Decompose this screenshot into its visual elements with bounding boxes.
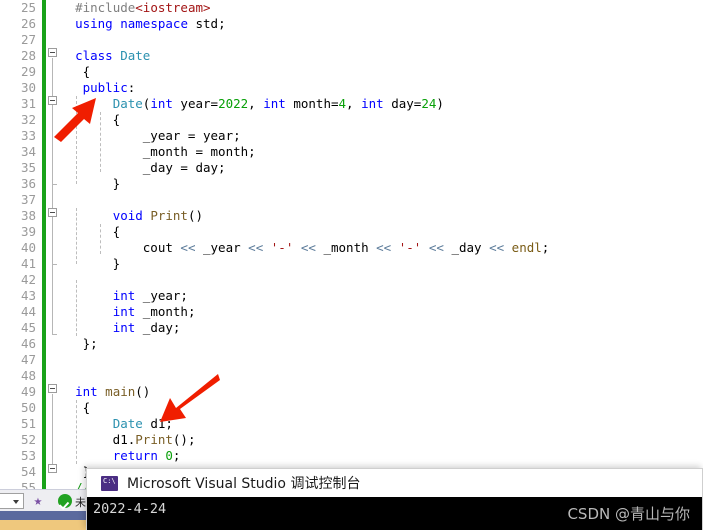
code-line[interactable]: 28 class Date (0, 48, 703, 64)
code-line[interactable]: 32 { (0, 112, 703, 128)
code-text: _year = year; (60, 128, 241, 143)
line-number: 40 (20, 240, 36, 255)
console-window[interactable]: Microsoft Visual Studio 调试控制台 2022-4-24 … (86, 468, 703, 530)
line-number: 31 (20, 96, 36, 111)
code-line[interactable]: 50 { (0, 400, 703, 416)
code-text: Date d1; (112, 416, 173, 431)
line-number: 44 (20, 304, 36, 319)
line-number: 43 (20, 288, 36, 303)
code-text: void Print() (112, 208, 204, 223)
code-text: using namespace std; (75, 16, 226, 31)
line-number: 28 (20, 48, 36, 63)
line-number: 25 (20, 0, 36, 15)
status-bar-tan (0, 520, 86, 530)
code-line[interactable]: 42 (0, 272, 703, 288)
code-line[interactable]: 38 void Print() (0, 208, 703, 224)
code-line[interactable]: 48 (0, 368, 703, 384)
code-line[interactable]: 53 return 0; (0, 448, 703, 464)
code-line[interactable]: 31 Date(int year=2022, int month=4, int … (0, 96, 703, 112)
code-line[interactable]: 41 } (0, 256, 703, 272)
code-line[interactable]: 29 { (0, 64, 703, 80)
code-line[interactable]: 33 _year = year; (0, 128, 703, 144)
console-output-area[interactable]: 2022-4-24 CSDN @青山与你 (87, 497, 702, 530)
code-line[interactable]: 35 _day = day; (0, 160, 703, 176)
code-line[interactable]: 45 int _day; (0, 320, 703, 336)
code-text: int _year; (112, 288, 188, 303)
line-number: 46 (20, 336, 36, 351)
code-text: cout << _year << '-' << _month << '-' <<… (60, 240, 550, 255)
line-number: 30 (20, 80, 36, 95)
line-number: 47 (20, 352, 36, 367)
line-number: 39 (20, 224, 36, 239)
line-number: 52 (20, 432, 36, 447)
code-line[interactable]: 43 int _year; (0, 288, 703, 304)
line-number: 49 (20, 384, 36, 399)
line-number: 26 (20, 16, 36, 31)
code-text: { (60, 224, 121, 239)
line-number: 32 (20, 112, 36, 127)
line-number: 41 (20, 256, 36, 271)
line-number: 51 (20, 416, 36, 431)
code-text: int _day; (112, 320, 181, 335)
line-number: 33 (20, 128, 36, 143)
line-number: 45 (20, 320, 36, 335)
code-text: _month = month; (60, 144, 256, 159)
console-output-text: 2022-4-24 (93, 501, 167, 517)
code-line[interactable]: 36 } (0, 176, 703, 192)
code-line[interactable]: 37 (0, 192, 703, 208)
line-number: 35 (20, 160, 36, 175)
line-number: 36 (20, 176, 36, 191)
code-text: return 0; (112, 448, 181, 463)
code-line[interactable]: 25 #include<iostream> (0, 0, 703, 16)
chevron-down-icon (13, 500, 19, 504)
csdn-watermark: CSDN @青山与你 (567, 505, 690, 523)
code-line[interactable]: 47 (0, 352, 703, 368)
line-number: 48 (20, 368, 36, 383)
line-number: 42 (20, 272, 36, 287)
build-status-text: 未 (75, 496, 86, 509)
debug-history-icon[interactable]: ★ (30, 493, 46, 509)
code-text: { (60, 400, 91, 415)
line-number: 50 (20, 400, 36, 415)
code-line[interactable]: 40 cout << _year << '-' << _month << '-'… (0, 240, 703, 256)
code-line[interactable]: 30 public: (0, 80, 703, 96)
line-number: 34 (20, 144, 36, 159)
code-text: } (60, 176, 121, 191)
code-text: class Date (75, 48, 151, 63)
code-editor[interactable]: 25 #include<iostream> 26 using namespace … (0, 0, 703, 530)
editor-status-strip: ★ 未 (0, 489, 86, 511)
code-text: } (60, 256, 121, 271)
code-text: #include<iostream> (75, 0, 211, 15)
code-text: { (60, 112, 121, 127)
code-text: }; (60, 336, 98, 351)
line-number: 54 (20, 464, 36, 479)
code-line[interactable]: 51 Date d1; (0, 416, 703, 432)
console-titlebar[interactable]: Microsoft Visual Studio 调试控制台 (87, 469, 702, 497)
green-check-icon (58, 494, 72, 508)
line-number: 27 (20, 32, 36, 47)
console-app-icon (101, 475, 118, 491)
code-text: int _month; (112, 304, 196, 319)
code-text: d1.Print(); (60, 432, 196, 447)
line-number: 38 (20, 208, 36, 223)
console-window-title: Microsoft Visual Studio 调试控制台 (127, 476, 361, 492)
code-line[interactable]: 46 }; (0, 336, 703, 352)
code-line[interactable]: 44 int _month; (0, 304, 703, 320)
line-number: 37 (20, 192, 36, 207)
code-text: Date(int year=2022, int month=4, int day… (112, 96, 444, 111)
line-number: 29 (20, 64, 36, 79)
status-bar-blue (0, 511, 86, 520)
code-text: { (60, 64, 91, 79)
code-line[interactable]: 26 using namespace std; (0, 16, 703, 32)
code-line[interactable]: 34 _month = month; (0, 144, 703, 160)
code-text: int main() (75, 384, 151, 399)
code-line[interactable]: 49 int main() (0, 384, 703, 400)
code-line[interactable]: 39 { (0, 224, 703, 240)
code-line[interactable]: 27 (0, 32, 703, 48)
code-text: _day = day; (60, 160, 226, 175)
code-text: public: (82, 80, 136, 95)
navigation-bar-dropdown[interactable] (0, 493, 24, 509)
code-line[interactable]: 52 d1.Print(); (0, 432, 703, 448)
line-number: 53 (20, 448, 36, 463)
